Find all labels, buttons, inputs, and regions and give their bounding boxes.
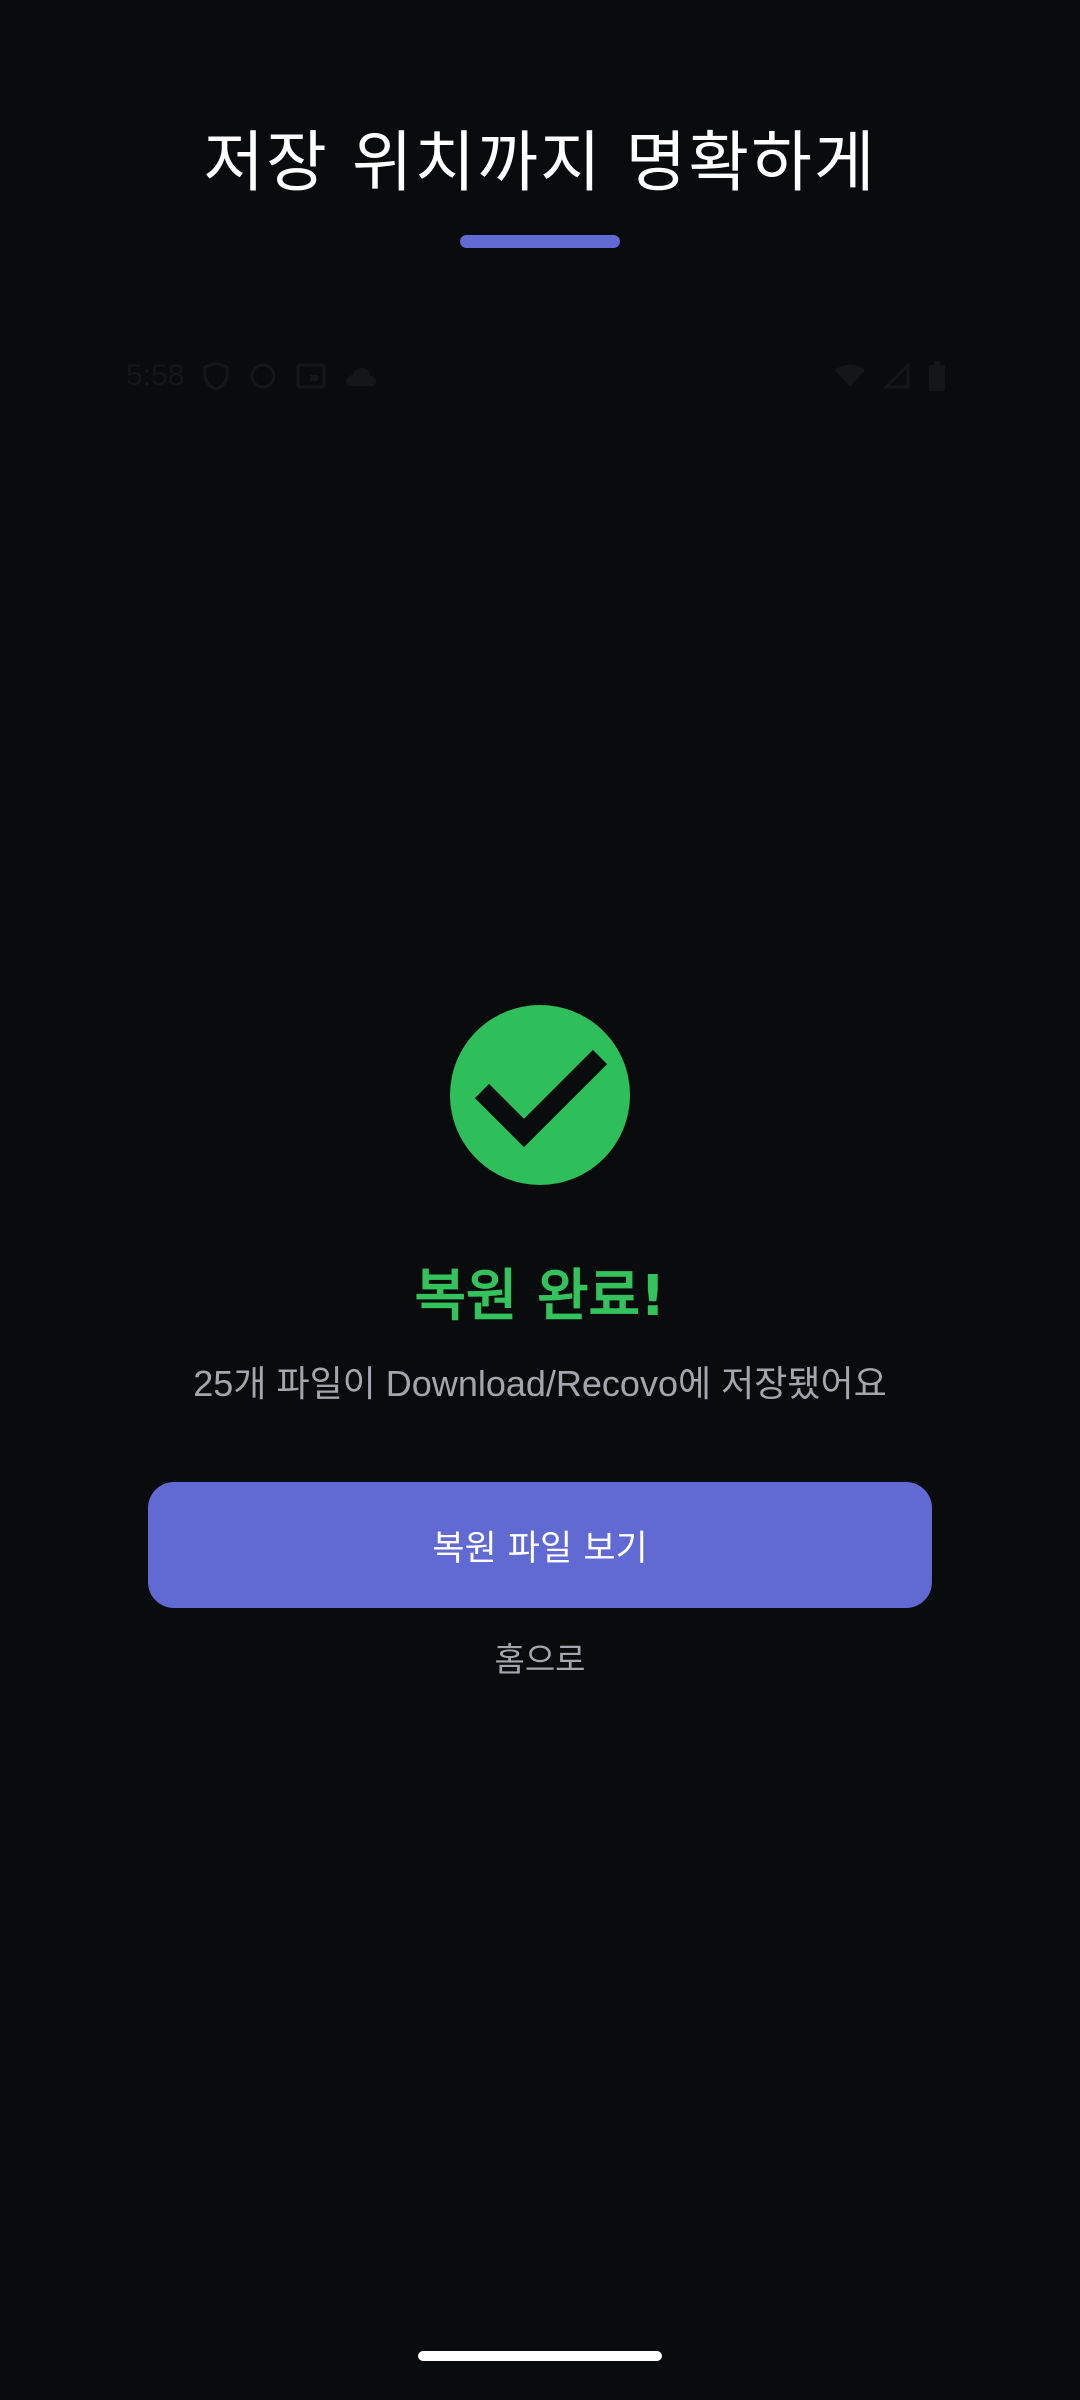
check-icon bbox=[474, 1049, 608, 1148]
status-bar-left: 5:58 bbox=[126, 359, 378, 393]
success-badge bbox=[450, 1005, 630, 1185]
headline-underline bbox=[460, 235, 620, 248]
wifi-icon bbox=[834, 363, 866, 389]
calendar-icon bbox=[296, 362, 326, 390]
status-bar: 5:58 bbox=[126, 356, 946, 396]
sync-icon bbox=[248, 361, 278, 391]
status-time: 5:58 bbox=[126, 359, 185, 392]
result-subtitle: 25개 파일이 Download/Recovo에 저장됐어요 bbox=[193, 1363, 887, 1404]
headline: 저장 위치까지 명확하게 bbox=[203, 124, 877, 201]
go-home-link[interactable]: 홈으로 bbox=[440, 1640, 640, 1680]
status-bar-right bbox=[834, 361, 946, 391]
result-title: 복원 완료! bbox=[414, 1264, 666, 1329]
cloud-icon bbox=[344, 364, 378, 388]
signal-icon bbox=[884, 363, 910, 389]
gesture-nav-handle[interactable] bbox=[418, 2351, 662, 2361]
battery-icon bbox=[928, 361, 946, 391]
view-restored-files-button[interactable]: 복원 파일 보기 bbox=[148, 1482, 932, 1608]
shield-icon bbox=[202, 361, 230, 391]
